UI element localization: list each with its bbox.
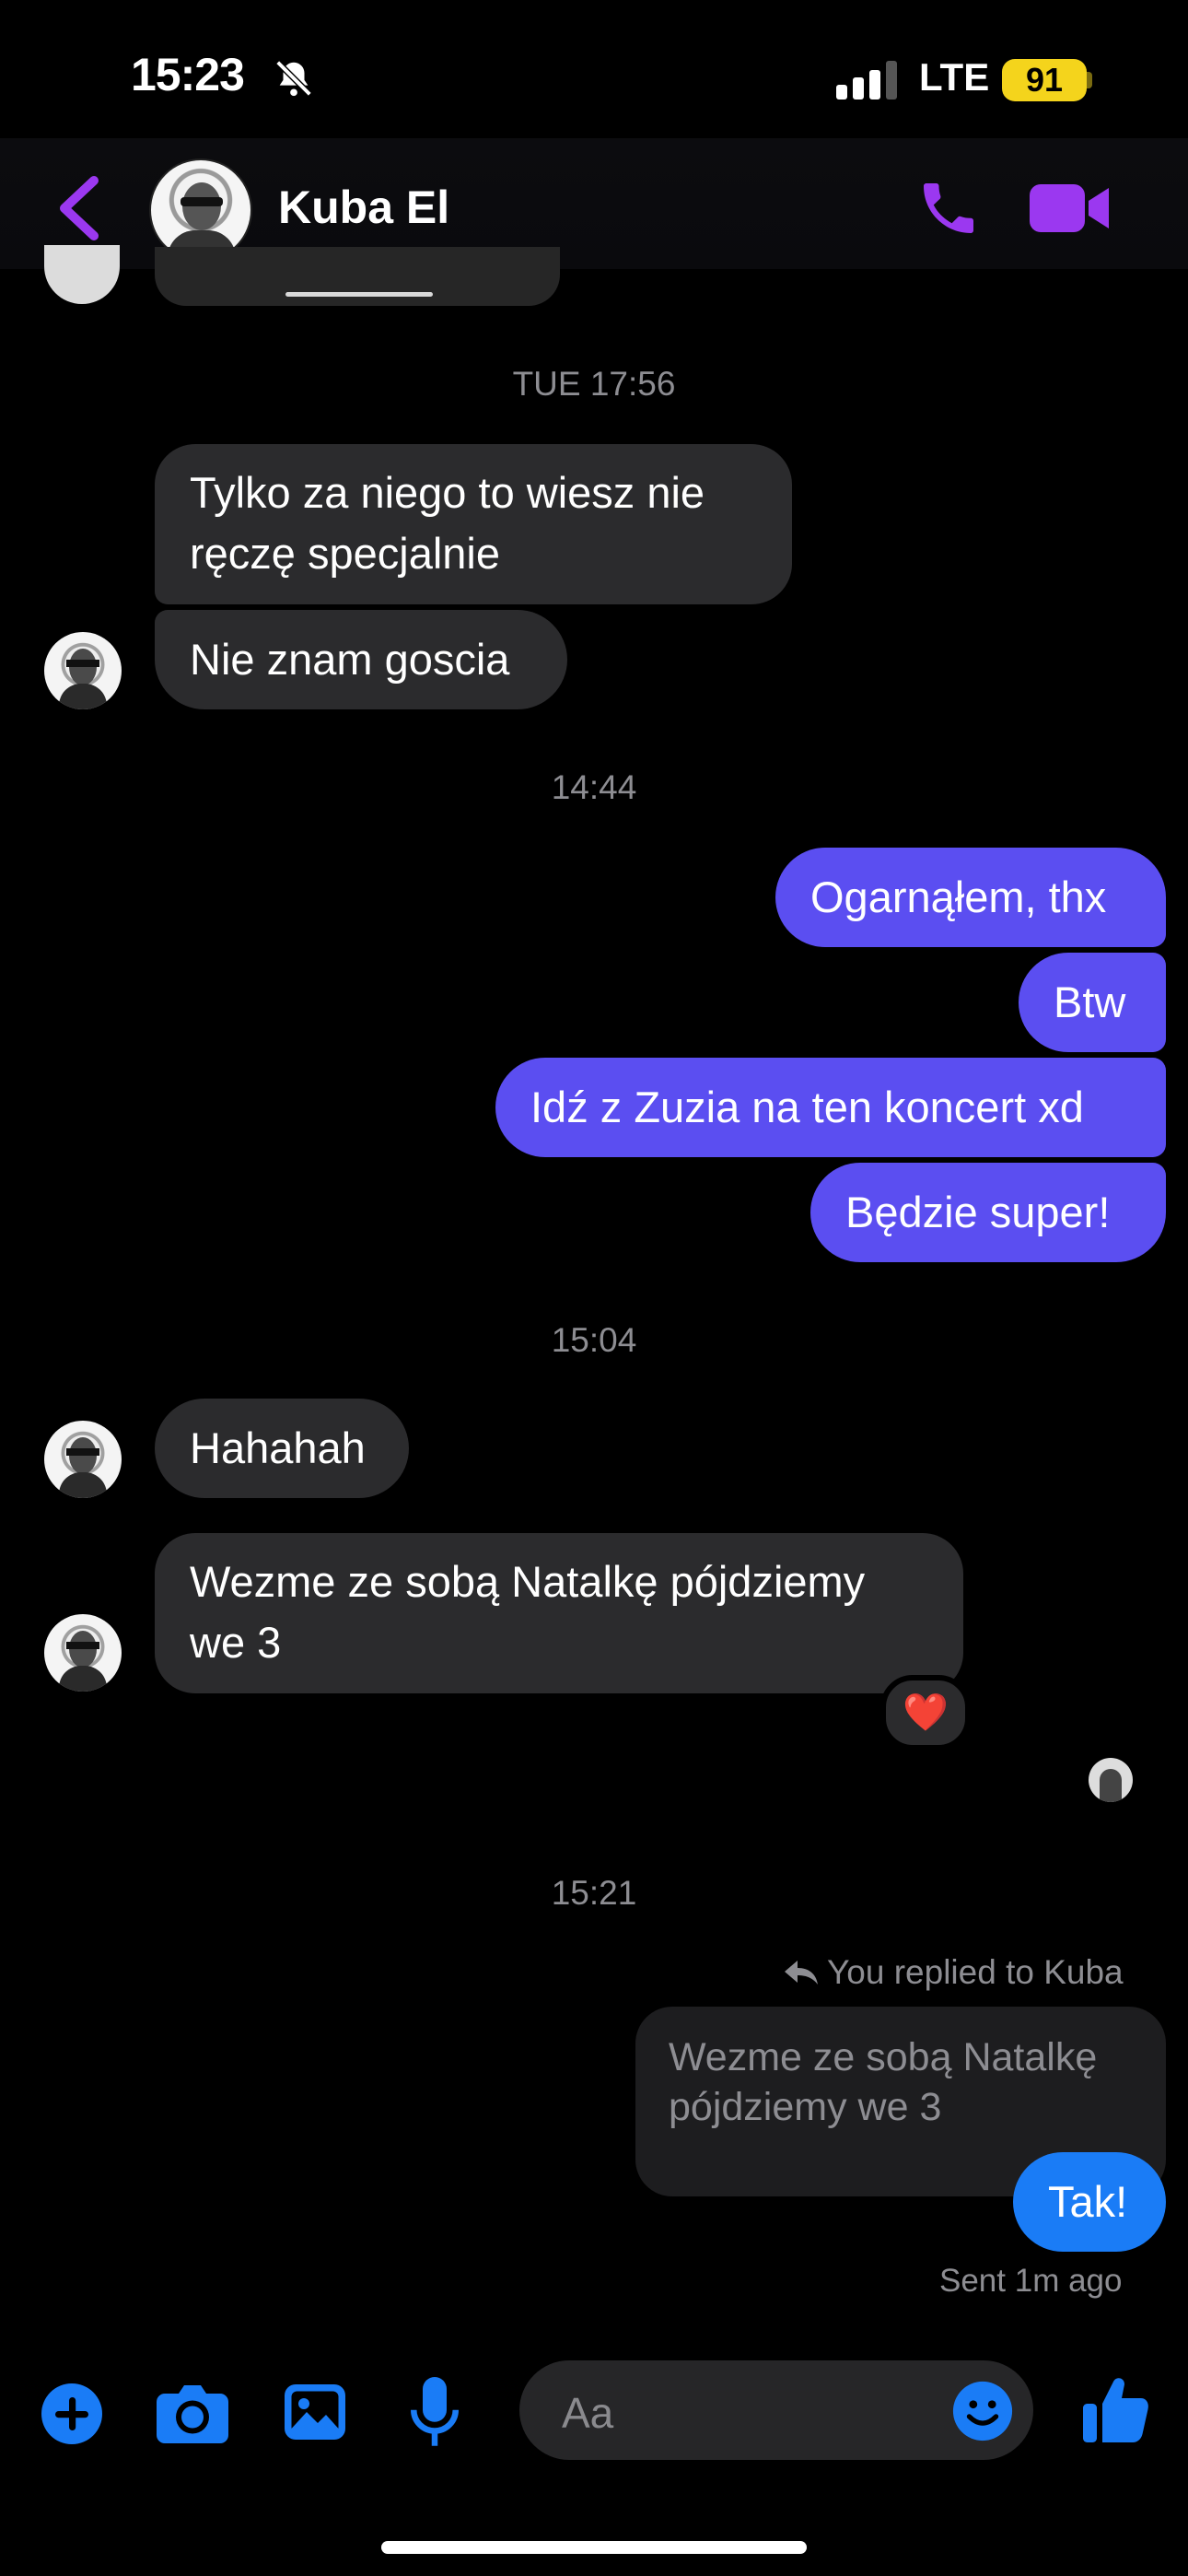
- gallery-icon[interactable]: [282, 2379, 348, 2445]
- avatar[interactable]: [44, 632, 122, 709]
- avatar[interactable]: [44, 1421, 122, 1498]
- bell-muted-icon: [275, 60, 312, 97]
- avatar[interactable]: [44, 1614, 122, 1692]
- message-bubble-outgoing[interactable]: Ogarnąłem, thx: [775, 848, 1166, 947]
- battery-tip: [1087, 72, 1092, 88]
- camera-icon[interactable]: [157, 2381, 228, 2445]
- message-bubble-outgoing-reply[interactable]: Tak!: [1013, 2152, 1166, 2252]
- home-indicator[interactable]: [381, 2541, 807, 2554]
- microphone-icon[interactable]: [409, 2377, 460, 2449]
- sent-status: Sent 1m ago: [939, 2263, 1123, 2299]
- emoji-icon[interactable]: [950, 2379, 1015, 2443]
- message-bubble-incoming[interactable]: Nie znam goscia: [155, 610, 567, 709]
- plus-icon[interactable]: [39, 2381, 105, 2447]
- reply-arrow-icon: [785, 1961, 818, 1985]
- phone-call-icon[interactable]: [915, 175, 982, 241]
- timestamp: TUE 17:56: [512, 365, 676, 403]
- thumbs-up-icon[interactable]: [1083, 2373, 1149, 2445]
- network-label: LTE: [919, 55, 990, 99]
- read-receipt-avatar: [1089, 1758, 1133, 1802]
- message-bubble-outgoing[interactable]: Btw: [1019, 953, 1166, 1052]
- timestamp: 15:21: [551, 1874, 637, 1912]
- message-bubble-outgoing[interactable]: Będzie super!: [810, 1163, 1166, 1262]
- contact-name[interactable]: Kuba El: [278, 181, 449, 234]
- message-bubble-incoming[interactable]: Tylko za niego to wiesz nie ręczę specja…: [155, 444, 792, 604]
- signal-icon: [836, 61, 897, 100]
- avatar: [44, 245, 120, 304]
- video-call-icon[interactable]: [1030, 181, 1109, 236]
- message-bubble-partial[interactable]: [155, 247, 560, 306]
- reply-note-text: You replied to Kuba: [827, 1953, 1124, 1991]
- audio-waveform: [285, 292, 433, 297]
- message-bubble-outgoing[interactable]: Idź z Zuzia na ten koncert xd: [495, 1058, 1166, 1157]
- back-icon[interactable]: [53, 173, 105, 243]
- message-bubble-incoming[interactable]: Wezme ze sobą Natalkę pójdziemy we 3: [155, 1533, 963, 1693]
- message-input-placeholder: Aa: [562, 2389, 614, 2437]
- timestamp: 14:44: [551, 768, 637, 806]
- message-bubble-incoming[interactable]: Hahahah: [155, 1399, 409, 1498]
- timestamp: 15:04: [551, 1321, 637, 1359]
- status-time: 15:23: [131, 49, 245, 100]
- heart-reaction[interactable]: ❤️: [880, 1675, 971, 1751]
- reply-note: You replied to Kuba: [785, 1953, 1124, 1992]
- battery-indicator: 91: [1002, 59, 1087, 101]
